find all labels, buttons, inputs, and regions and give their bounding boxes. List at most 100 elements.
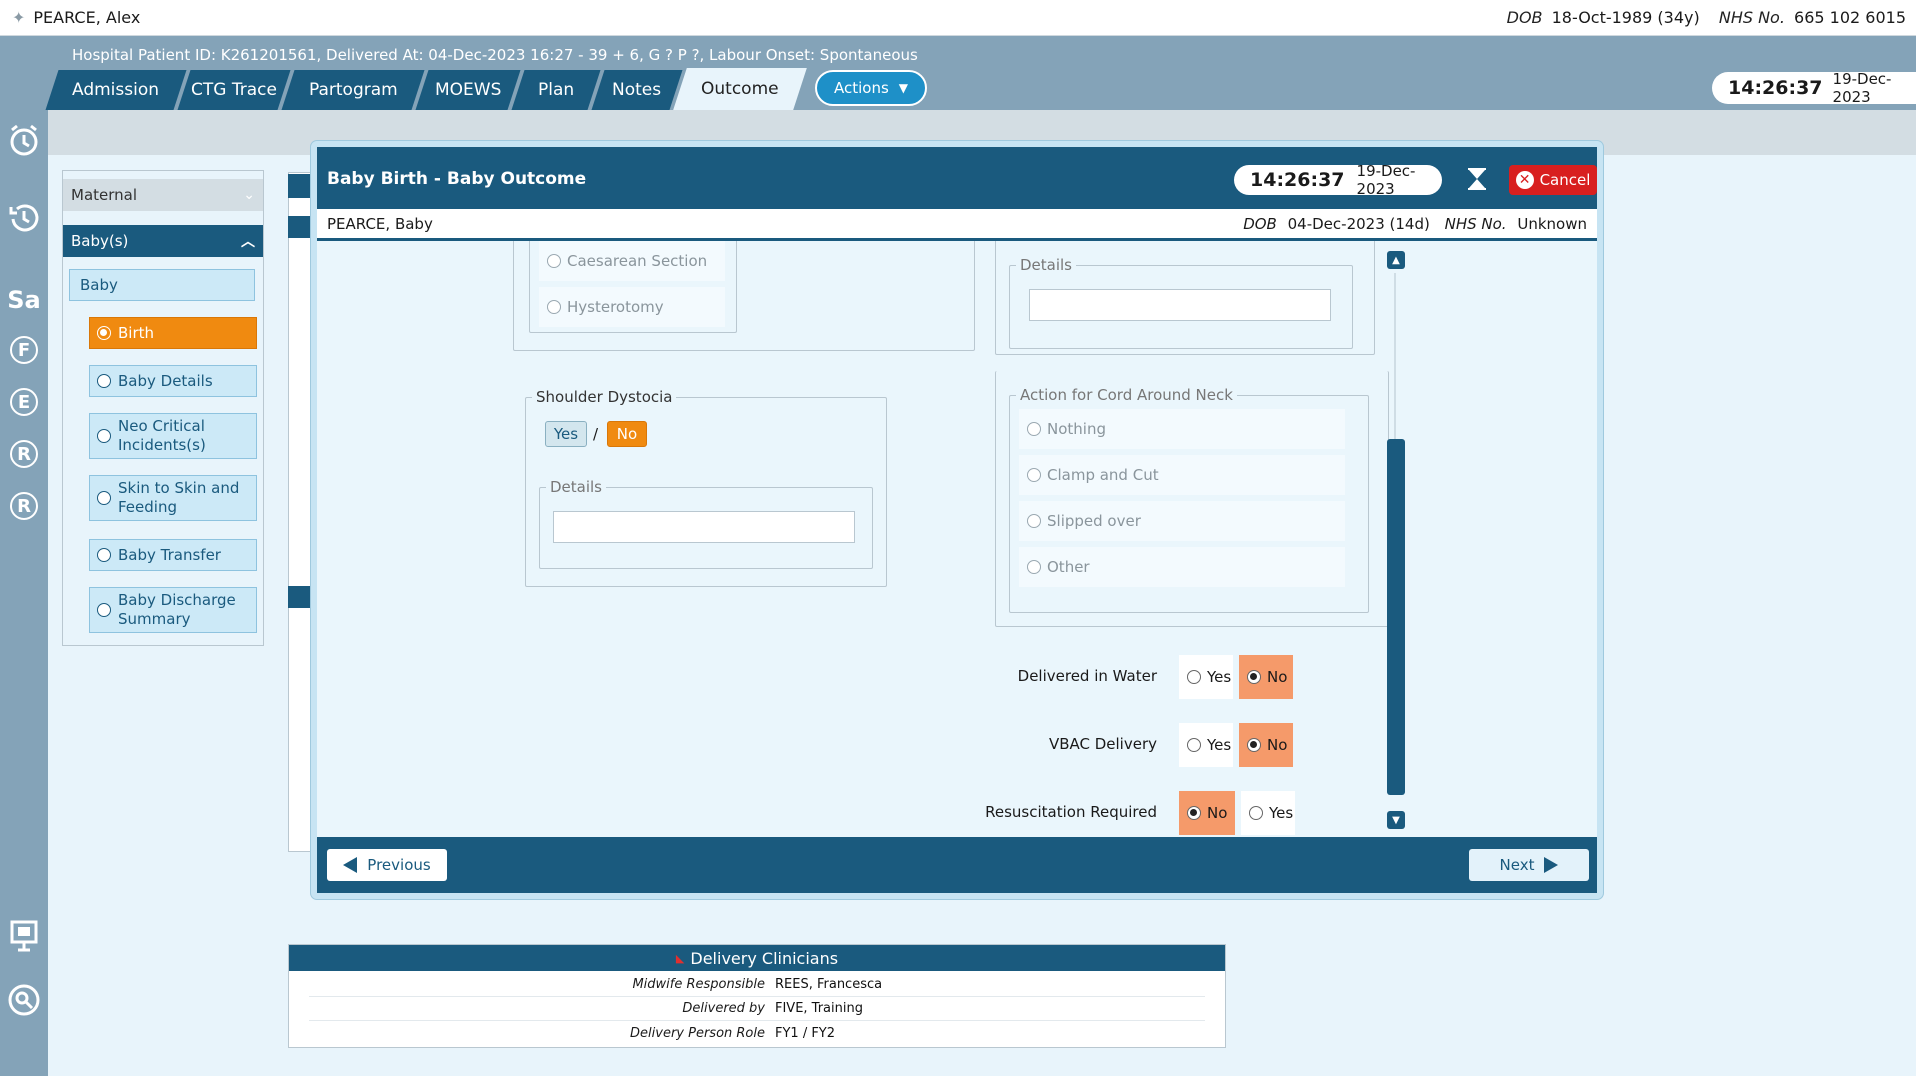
- scroll-down-icon[interactable]: ▼: [1387, 811, 1405, 829]
- step-birth[interactable]: Birth: [89, 317, 257, 349]
- radio-icon: [1249, 806, 1263, 820]
- radio-icon: [97, 603, 111, 617]
- modal-title: Baby Birth - Baby Outcome: [327, 169, 587, 189]
- clinician-row: Delivered by FIVE, Training: [309, 997, 1205, 1021]
- step-baby-details[interactable]: Baby Details: [89, 365, 257, 397]
- alarm-clock-icon[interactable]: [4, 120, 44, 160]
- resuscitation-required-no[interactable]: No: [1179, 791, 1235, 835]
- patient-name-area: ✦ PEARCE, Alex: [12, 8, 140, 27]
- left-rail: Sa F E R R: [0, 110, 48, 1076]
- tab-ctg-trace[interactable]: CTG Trace: [177, 70, 291, 110]
- radio-icon: [1247, 738, 1261, 752]
- hourglass-icon[interactable]: [1465, 167, 1489, 191]
- radio-icon: [1187, 670, 1201, 684]
- caret-down-icon: ▼: [898, 81, 909, 95]
- nhs-value: 665 102 6015: [1794, 8, 1906, 27]
- close-icon: ✕: [1515, 171, 1534, 189]
- baby-dob-value: 04-Dec-2023 (14d): [1287, 214, 1430, 233]
- option-hysterotomy[interactable]: Hysterotomy: [539, 287, 725, 327]
- chevron-up-icon: ︿: [241, 234, 255, 250]
- tab-moews[interactable]: MOEWS: [415, 70, 521, 110]
- star-icon[interactable]: ✦: [12, 8, 25, 27]
- rail-label-f[interactable]: F: [10, 336, 38, 364]
- modal-footer: Previous Next: [317, 837, 1597, 893]
- step-baby-transfer[interactable]: Baby Transfer: [89, 539, 257, 571]
- maternal-section[interactable]: Maternal ⌄: [63, 179, 263, 211]
- tab-admission[interactable]: Admission: [45, 70, 187, 110]
- chevron-down-icon: ⌄: [243, 187, 255, 203]
- tab-notes[interactable]: Notes: [591, 70, 683, 110]
- baby-item[interactable]: Baby: [69, 269, 255, 301]
- shoulder-dystocia-legend: Shoulder Dystocia: [532, 388, 677, 406]
- shoulder-details-input[interactable]: [553, 511, 855, 543]
- cord-option-clamp-and-cut[interactable]: Clamp and Cut: [1019, 455, 1345, 495]
- baby-outcome-modal: Baby Birth - Baby Outcome 14:26:37 19-De…: [311, 141, 1603, 899]
- modal-body: Caesarean Section Hysterotomy Details Sh…: [317, 241, 1597, 837]
- next-button[interactable]: Next: [1469, 849, 1589, 881]
- baby-nhs-label: NHS No.: [1444, 214, 1507, 233]
- cord-option-slipped-over[interactable]: Slipped over: [1019, 501, 1345, 541]
- step-neo-critical-incidents[interactable]: Neo Critical Incidents(s): [89, 413, 257, 459]
- baby-dob-label: DOB: [1243, 214, 1277, 233]
- dob-label: DOB: [1506, 8, 1543, 27]
- delivery-clinicians-header: ◣ Delivery Clinicians: [289, 945, 1225, 971]
- patient-banner: ✦ PEARCE, Alex DOB 18-Oct-1989 (34y) NHS…: [0, 0, 1916, 36]
- patient-name: PEARCE, Alex: [33, 8, 141, 27]
- tab-outcome[interactable]: Outcome: [673, 68, 807, 110]
- presentation-icon[interactable]: [4, 916, 44, 956]
- radio-icon: [1247, 670, 1261, 684]
- radio-icon: [1187, 738, 1201, 752]
- yes-no-separator: /: [593, 425, 599, 443]
- details-input[interactable]: [1029, 289, 1331, 321]
- cord-action-legend: Action for Cord Around Neck: [1016, 386, 1237, 404]
- radio-icon: [1027, 468, 1041, 482]
- rail-label-r1[interactable]: R: [10, 440, 38, 468]
- rail-label-r2[interactable]: R: [10, 492, 38, 520]
- radio-icon: [97, 326, 111, 340]
- cord-option-other[interactable]: Other: [1019, 547, 1345, 587]
- baby-nhs-value: Unknown: [1517, 214, 1587, 233]
- rail-label-sa[interactable]: Sa: [4, 280, 44, 320]
- clinician-row: Delivery Person Role FY1 / FY2: [630, 1025, 836, 1041]
- resuscitation-required-yes[interactable]: Yes: [1241, 791, 1295, 835]
- step-skin-to-skin[interactable]: Skin to Skin and Feeding: [89, 475, 257, 521]
- search-icon[interactable]: [4, 980, 44, 1020]
- delivered-in-water-yes[interactable]: Yes: [1179, 655, 1233, 699]
- rail-label-e[interactable]: E: [10, 388, 38, 416]
- radio-icon: [97, 548, 111, 562]
- shoulder-details-legend: Details: [546, 478, 607, 496]
- header-clock: 14:26:37 19-Dec-2023: [1712, 70, 1916, 106]
- modal-clock[interactable]: 14:26:37 19-Dec-2023: [1234, 162, 1442, 198]
- shoulder-dystocia-no[interactable]: No: [607, 421, 647, 447]
- vbac-delivery-label: VBAC Delivery: [1048, 735, 1157, 753]
- clinician-row: Midwife Responsible REES, Francesca: [309, 973, 1205, 997]
- scroll-thumb[interactable]: [1387, 439, 1405, 795]
- patient-identifiers: DOB 18-Oct-1989 (34y) NHS No. 665 102 60…: [1507, 8, 1906, 27]
- baby-name: PEARCE, Baby: [327, 214, 433, 233]
- shoulder-dystocia-yes[interactable]: Yes: [545, 421, 587, 447]
- header-clock-time: 14:26:37: [1728, 77, 1823, 99]
- option-caesarean-section[interactable]: Caesarean Section: [539, 241, 725, 281]
- resuscitation-required-label: Resuscitation Required: [985, 803, 1157, 821]
- outcome-navigation: Maternal ⌄ Baby(s) ︿ Baby Birth Baby Det…: [62, 170, 264, 646]
- delivered-in-water-no[interactable]: No: [1239, 655, 1293, 699]
- vbac-delivery-no[interactable]: No: [1239, 723, 1293, 767]
- scroll-up-icon[interactable]: ▲: [1387, 251, 1405, 269]
- previous-button[interactable]: Previous: [327, 849, 447, 881]
- actions-button[interactable]: Actions ▼: [815, 70, 927, 106]
- dob-value: 18-Oct-1989 (34y): [1551, 8, 1700, 27]
- baby-banner: PEARCE, Baby DOB 04-Dec-2023 (14d) NHS N…: [317, 209, 1597, 241]
- history-clock-icon[interactable]: [4, 196, 44, 236]
- cord-option-nothing[interactable]: Nothing: [1019, 409, 1345, 449]
- cancel-button[interactable]: ✕ Cancel: [1509, 165, 1597, 195]
- babies-section[interactable]: Baby(s) ︿: [63, 225, 263, 257]
- tab-plan[interactable]: Plan: [511, 70, 601, 110]
- pin-icon: ◣: [675, 951, 685, 965]
- tab-partogram[interactable]: Partogram: [281, 70, 425, 110]
- scrollbar[interactable]: ▲ ▼: [1384, 241, 1406, 837]
- step-baby-discharge-summary[interactable]: Baby Discharge Summary: [89, 587, 257, 633]
- radio-icon: [1027, 422, 1041, 436]
- vbac-delivery-yes[interactable]: Yes: [1179, 723, 1233, 767]
- radio-icon: [547, 300, 561, 314]
- delivered-in-water-label: Delivered in Water: [1017, 667, 1157, 685]
